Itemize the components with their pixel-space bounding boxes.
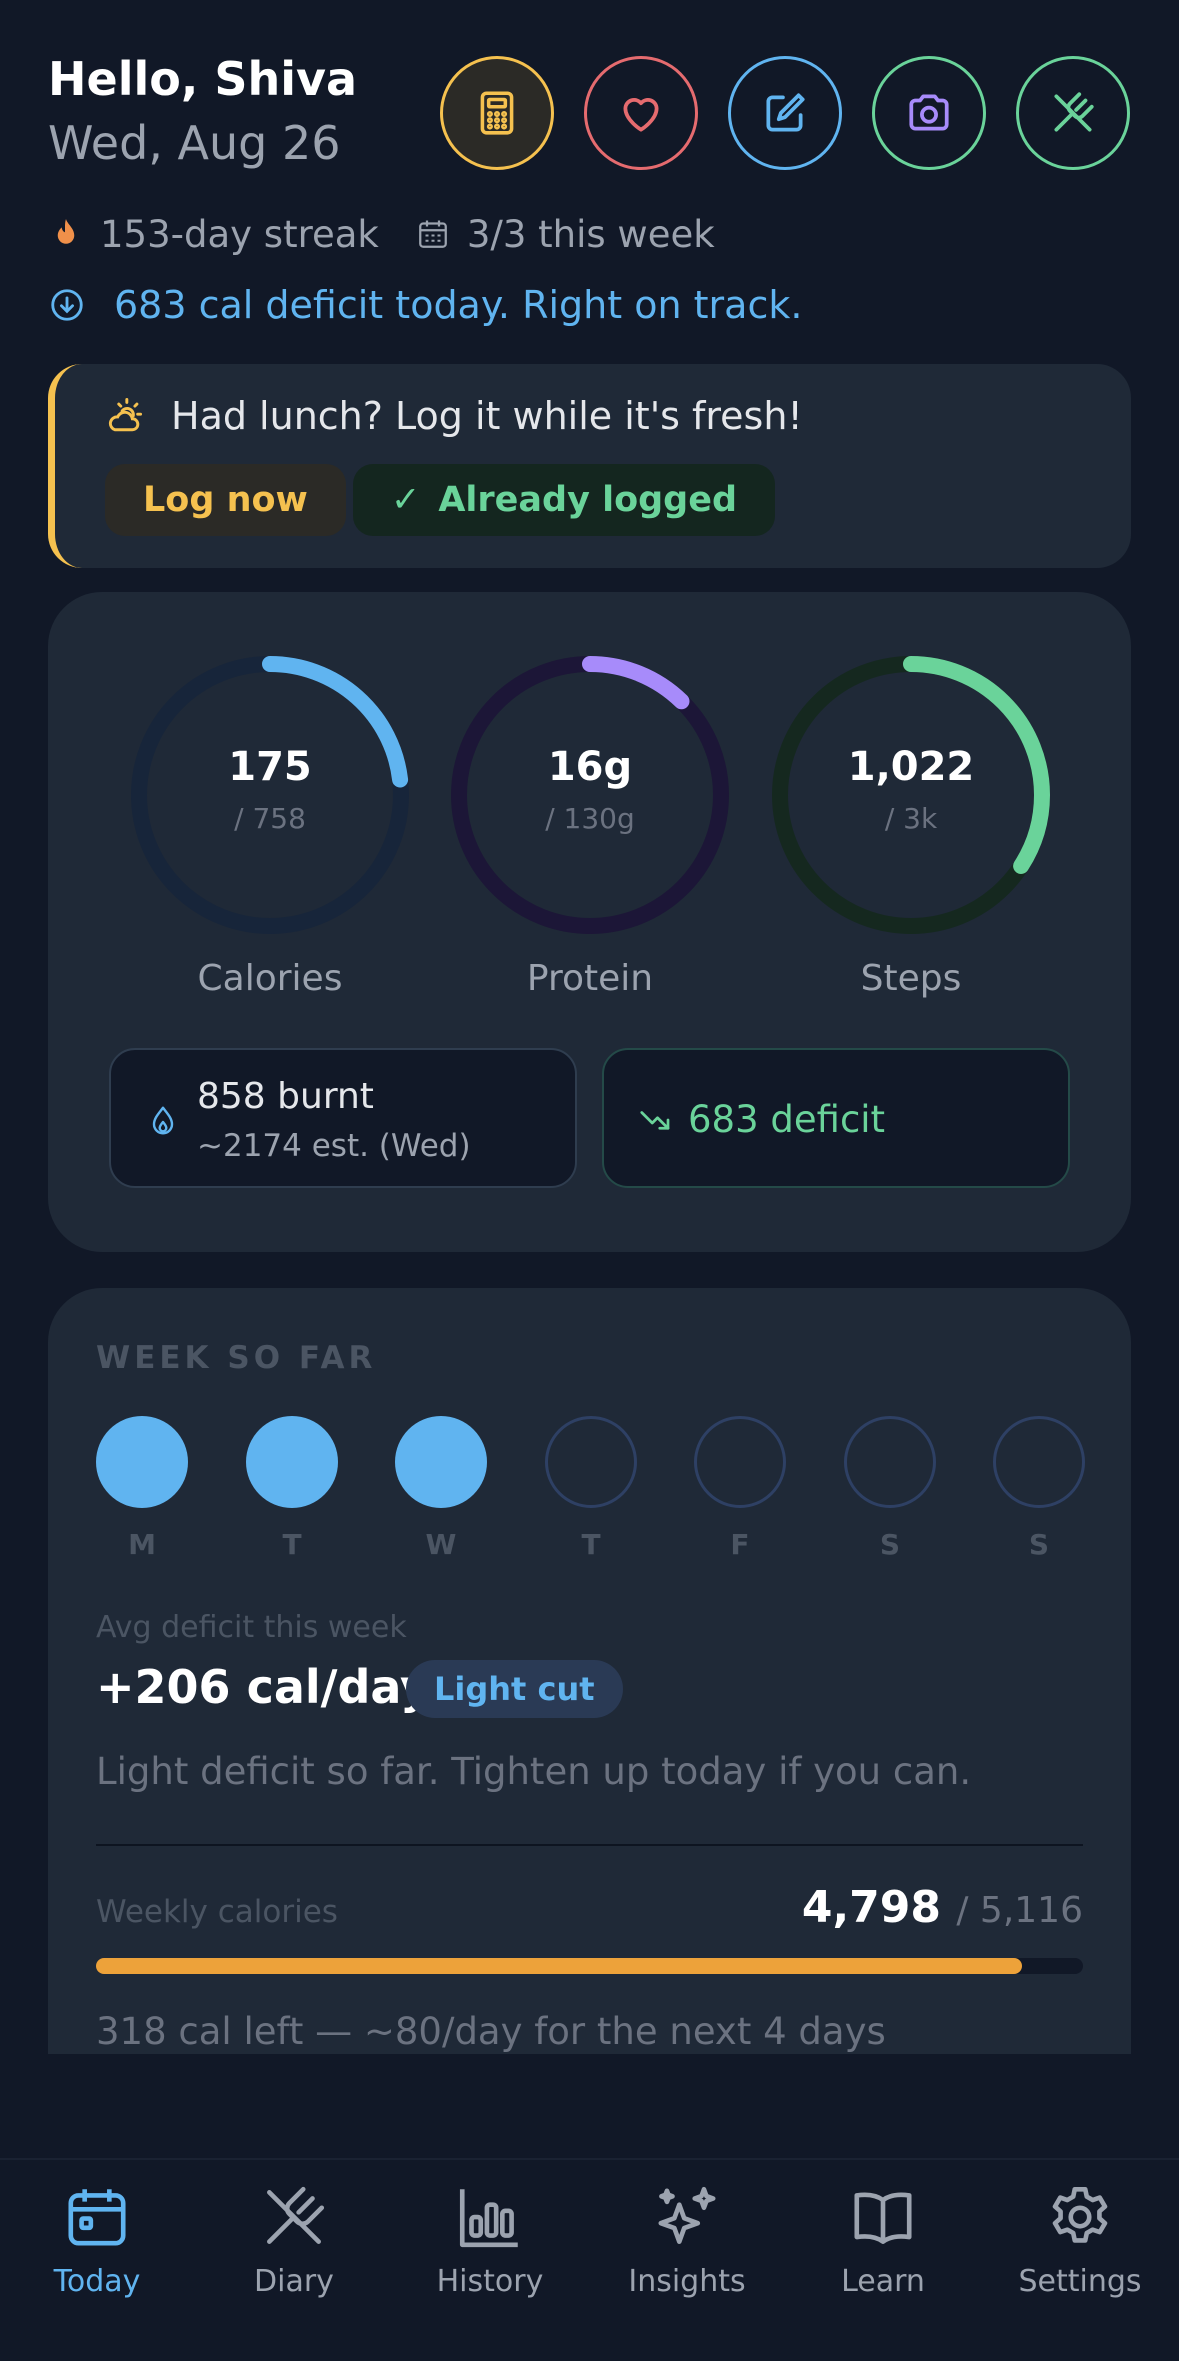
protein-ring-graphic	[451, 656, 729, 934]
steps-goal: / 3k	[884, 802, 938, 835]
day-label: F	[730, 1528, 750, 1561]
nav-today[interactable]: Today	[7, 2180, 187, 2330]
avg-deficit-label: Avg deficit this week	[96, 1610, 407, 1645]
steps-ring-graphic	[772, 656, 1050, 934]
day-indicator[interactable]	[96, 1416, 188, 1508]
bar-chart-icon	[459, 2189, 518, 2248]
deficit-value: 683 deficit	[688, 1098, 886, 1141]
edit-button[interactable]	[728, 56, 842, 170]
deficit-status-text: 683 cal deficit today. Right on track.	[114, 283, 803, 327]
camera-icon	[909, 94, 949, 131]
heart-icon	[623, 98, 659, 132]
day-indicator[interactable]	[395, 1416, 487, 1508]
bottom-nav: Today Diary History Insights Learn Setti…	[0, 2158, 1179, 2361]
steps-ring[interactable]: 1,022 / 3k	[766, 650, 1056, 940]
weekly-progress-fill	[96, 1958, 1022, 1974]
already-logged-button[interactable]: ✓ Already logged	[353, 464, 776, 536]
greeting: Hello, Shiva	[48, 52, 357, 106]
day-indicator[interactable]	[993, 1416, 1085, 1508]
protein-ring[interactable]: 16g / 130g	[445, 650, 735, 940]
calories-goal: / 758	[234, 802, 306, 835]
weekly-calories-label: Weekly calories	[96, 1894, 338, 1930]
weekly-calories-total: 4,798	[801, 1882, 942, 1933]
utensils-icon	[1054, 92, 1094, 132]
weather-sun-cloud-icon	[108, 398, 143, 432]
nav-label: Settings	[1018, 2264, 1142, 2299]
daily-rings-card: 175 / 758 Calories 16g / 130g Protein 1,…	[48, 592, 1131, 1252]
reminder-text: Had lunch? Log it while it's fresh!	[171, 394, 803, 438]
calories-left-note: 318 cal left — ~80/day for the next 4 da…	[96, 2010, 886, 2053]
nav-settings[interactable]: Settings	[990, 2180, 1170, 2330]
log-now-button[interactable]: Log now	[105, 464, 346, 536]
steps-value: 1,022	[847, 744, 975, 790]
day-indicator[interactable]	[694, 1416, 786, 1508]
protein-label: Protein	[526, 958, 654, 999]
day-label: S	[1028, 1528, 1050, 1561]
food-button[interactable]	[1016, 56, 1130, 170]
day-indicator[interactable]	[844, 1416, 936, 1508]
divider	[96, 1844, 1083, 1846]
streak-text: 153-day streak	[100, 212, 379, 256]
avg-deficit-value: +206 cal/day	[96, 1660, 430, 1714]
nav-label: Today	[53, 2264, 141, 2299]
camera-button[interactable]	[872, 56, 986, 170]
calendar-icon	[418, 220, 447, 248]
avg-deficit-note: Light deficit so far. Tighten up today i…	[96, 1750, 972, 1793]
deficit-box[interactable]: 683 deficit	[602, 1048, 1070, 1188]
protein-goal: / 130g	[545, 802, 635, 835]
book-icon	[854, 2192, 912, 2244]
nav-label: Learn	[841, 2264, 925, 2299]
protein-value: 16g	[547, 744, 633, 790]
nav-label: Diary	[254, 2264, 334, 2299]
weekly-calories-value: 4,798 / 5,116	[802, 1882, 1083, 1933]
heart-button[interactable]	[584, 56, 698, 170]
nav-label: History	[436, 2264, 544, 2299]
day-label: S	[879, 1528, 901, 1561]
cut-badge: Light cut	[406, 1660, 623, 1718]
burned-calories-box[interactable]: 858 burnt ~2174 est. (Wed)	[109, 1048, 577, 1188]
calories-label: Calories	[197, 958, 343, 999]
calculator-icon	[480, 91, 514, 135]
steps-label: Steps	[860, 958, 962, 999]
deficit-status: 683 cal deficit today. Right on track.	[48, 280, 802, 330]
calories-ring[interactable]: 175 / 758	[125, 650, 415, 940]
day-indicator[interactable]	[246, 1416, 338, 1508]
sparkles-icon	[658, 2186, 716, 2244]
burned-estimate: ~2174 est. (Wed)	[197, 1128, 471, 1164]
drop-flame-icon	[152, 1106, 174, 1135]
burned-value: 858 burnt	[197, 1076, 374, 1117]
nav-diary[interactable]: Diary	[204, 2180, 384, 2330]
check-icon: ✓	[391, 480, 421, 520]
day-label: W	[425, 1528, 457, 1561]
already-logged-label: Already logged	[438, 480, 738, 520]
arrow-down-circle-icon	[51, 289, 83, 321]
calendar-icon	[68, 2189, 126, 2246]
day-label: T	[282, 1528, 302, 1561]
edit-icon	[766, 93, 805, 132]
week-progress-text: 3/3 this week	[466, 212, 715, 256]
streak-row: 153-day streak 3/3 this week	[48, 210, 715, 258]
weekly-calories-goal: / 5,116	[956, 1890, 1083, 1931]
calories-value: 175	[228, 744, 312, 790]
day-indicator[interactable]	[545, 1416, 637, 1508]
calculator-button[interactable]	[440, 56, 554, 170]
nav-label: Insights	[628, 2264, 746, 2299]
nav-insights[interactable]: Insights	[597, 2180, 777, 2330]
date: Wed, Aug 26	[48, 116, 341, 170]
week-title: WEEK SO FAR	[96, 1340, 377, 1376]
weekly-progress-bar	[96, 1958, 1083, 1974]
day-label: M	[128, 1528, 156, 1561]
day-label: T	[581, 1528, 601, 1561]
meal-reminder-card: Had lunch? Log it while it's fresh! Log …	[48, 364, 1131, 568]
utensils-icon	[267, 2186, 325, 2244]
nav-history[interactable]: History	[400, 2180, 580, 2330]
gear-icon	[1052, 2186, 1108, 2243]
nav-learn[interactable]: Learn	[793, 2180, 973, 2330]
calories-ring-graphic	[131, 656, 409, 934]
week-so-far-card: WEEK SO FAR M T W T F S S Avg deficit this wee…	[48, 1288, 1131, 2054]
trending-down-icon	[640, 1111, 670, 1130]
flame-icon	[57, 219, 75, 244]
